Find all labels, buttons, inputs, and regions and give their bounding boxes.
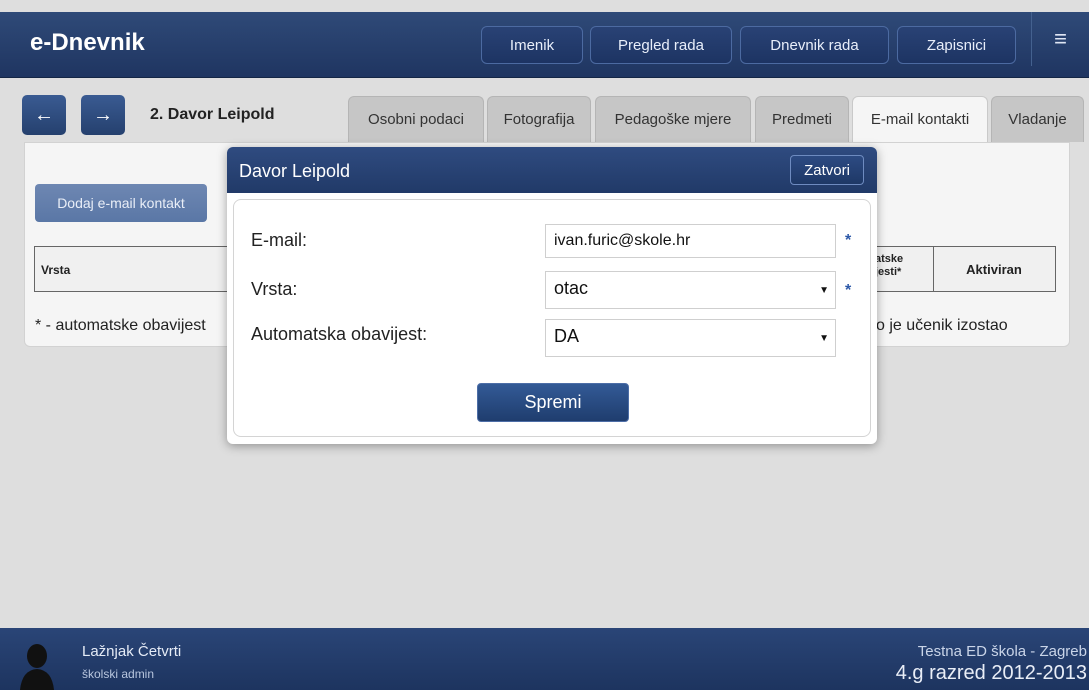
dialog-body: E-mail: * Vrsta: otac ▼ * Automatska oba… xyxy=(233,199,871,437)
arrow-left-icon[interactable]: ← xyxy=(22,95,66,135)
student-name: 2. Davor Leipold xyxy=(150,106,275,123)
column-automatske-obavijesti-label: atske jesti* xyxy=(875,253,904,278)
email-label: E-mail: xyxy=(251,230,308,250)
save-button[interactable]: Spremi xyxy=(477,383,629,422)
dialog-title: Davor Leipold xyxy=(239,161,351,181)
vrsta-required-mark: * xyxy=(845,282,852,299)
hamburger-icon[interactable]: ≡ xyxy=(1031,12,1089,66)
column-aktiviran: Aktiviran xyxy=(966,262,1022,277)
footnote-right: o je učenik izostao xyxy=(876,317,1008,334)
app-title[interactable]: e-Dnevnik xyxy=(30,29,145,57)
user-name: Lažnjak Četvrti xyxy=(82,643,182,660)
close-button[interactable]: Zatvori xyxy=(790,155,864,185)
nav-imenik[interactable]: Imenik xyxy=(481,26,583,64)
user-role: školski admin xyxy=(82,667,155,681)
dialog-header: Davor Leipold Zatvori xyxy=(227,147,877,193)
email-contact-dialog: Davor Leipold Zatvori E-mail: * Vrsta: o… xyxy=(227,147,877,444)
tab-vladanje[interactable]: Vladanje xyxy=(991,96,1084,142)
auto-notification-selected-value: DA xyxy=(554,326,580,346)
top-navigation-bar: e-Dnevnik Imenik Pregled rada Dnevnik ra… xyxy=(0,12,1089,78)
vrsta-selected-value: otac xyxy=(554,278,589,298)
auto-notification-label: Automatska obavijest: xyxy=(251,324,428,344)
vrsta-select[interactable]: otac ▼ xyxy=(545,271,836,309)
auto-notification-select[interactable]: DA ▼ xyxy=(545,319,836,357)
tab-email-kontakti[interactable]: E-mail kontakti xyxy=(852,96,988,142)
class-year: 4.g razred 2012-2013 xyxy=(895,662,1087,684)
nav-pregled-rada[interactable]: Pregled rada xyxy=(590,26,732,64)
email-field[interactable] xyxy=(545,224,836,258)
chevron-down-icon: ▼ xyxy=(819,333,829,344)
vrsta-label: Vrsta: xyxy=(251,279,298,299)
tab-predmeti[interactable]: Predmeti xyxy=(755,96,849,142)
tab-pedagoske-mjere[interactable]: Pedagoške mjere xyxy=(595,96,751,142)
chevron-down-icon: ▼ xyxy=(819,285,829,296)
column-vrsta: Vrsta xyxy=(41,263,71,277)
tab-fotografija[interactable]: Fotografija xyxy=(487,96,591,142)
tab-osobni-podaci[interactable]: Osobni podaci xyxy=(348,96,484,142)
school-name: Testna ED škola - Zagreb xyxy=(917,643,1087,660)
footnote-left: * - automatske obavijest xyxy=(35,317,206,334)
nav-zapisnici[interactable]: Zapisnici xyxy=(897,26,1016,64)
nav-dnevnik-rada[interactable]: Dnevnik rada xyxy=(740,26,889,64)
email-required-mark: * xyxy=(845,232,852,249)
add-email-contact-button[interactable]: Dodaj e-mail kontakt xyxy=(35,184,207,222)
user-avatar-icon xyxy=(20,644,54,690)
arrow-right-icon[interactable]: → xyxy=(81,95,125,135)
